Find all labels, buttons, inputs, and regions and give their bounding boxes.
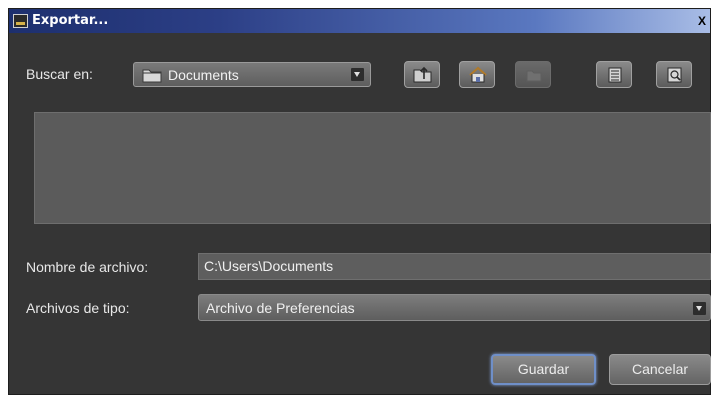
export-dialog: Exportar... X Buscar en: Documents Nombr…	[8, 8, 711, 395]
chevron-down-icon[interactable]	[351, 68, 364, 81]
new-folder-icon	[526, 70, 542, 82]
folder-icon	[142, 69, 162, 83]
file-type-label: Archivos de tipo:	[26, 300, 130, 316]
look-in-value: Documents	[168, 67, 239, 83]
filename-field[interactable]: C:\Users\Documents	[198, 253, 711, 280]
look-in-select[interactable]: Documents	[133, 62, 371, 87]
file-list[interactable]	[34, 112, 711, 224]
chevron-down-icon[interactable]	[693, 302, 706, 315]
save-button[interactable]: Guardar	[491, 354, 596, 385]
up-folder-button[interactable]	[404, 61, 440, 88]
cancel-button[interactable]: Cancelar	[609, 354, 711, 385]
new-folder-button[interactable]	[515, 61, 551, 88]
details-view-icon	[667, 67, 682, 83]
window-title: Exportar...	[32, 13, 109, 28]
home-icon	[469, 66, 487, 83]
details-view-button[interactable]	[656, 61, 692, 88]
app-icon	[13, 14, 28, 28]
list-view-button[interactable]	[596, 61, 632, 88]
list-view-icon	[608, 67, 622, 83]
filename-label: Nombre de archivo:	[26, 259, 149, 275]
file-type-value: Archivo de Preferencias	[206, 300, 355, 316]
up-folder-icon	[413, 66, 432, 83]
title-bar[interactable]: Exportar... X	[9, 9, 710, 33]
look-in-label: Buscar en:	[26, 66, 93, 82]
home-button[interactable]	[459, 61, 495, 88]
close-button[interactable]: X	[698, 11, 710, 31]
file-type-select[interactable]: Archivo de Preferencias	[198, 294, 711, 321]
